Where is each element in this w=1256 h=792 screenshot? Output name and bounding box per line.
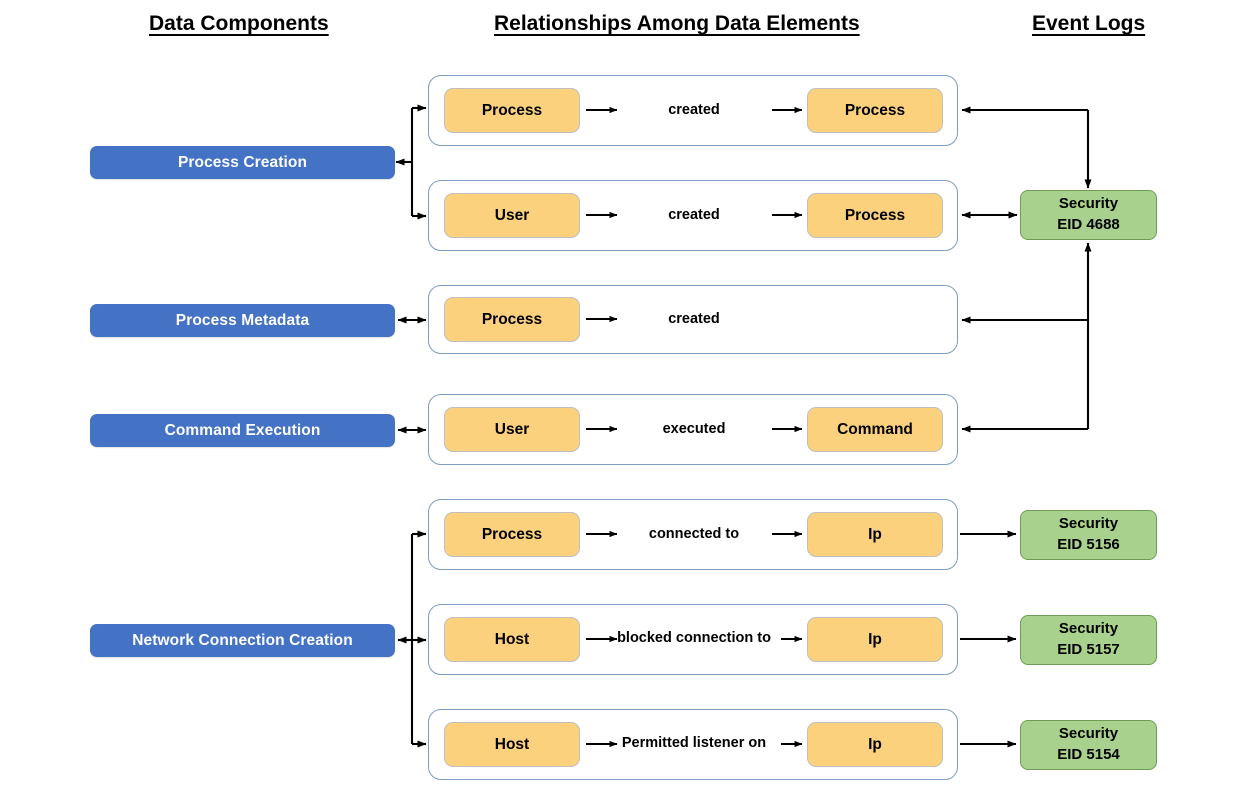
- entity-chip-source-3[interactable]: Process: [444, 297, 580, 342]
- entity-chip-target-5[interactable]: Ip: [807, 512, 943, 557]
- event-log-channel: Security: [1058, 620, 1119, 638]
- column-heading-event-logs: Event Logs: [1032, 12, 1146, 35]
- entity-chip-source-1[interactable]: Process: [444, 88, 580, 133]
- relationship-verb-2: created: [668, 206, 720, 223]
- entity-chip-target-1[interactable]: Process: [807, 88, 943, 133]
- event-log-channel: Security: [1058, 515, 1119, 533]
- entity-chip-source-5[interactable]: Process: [444, 512, 580, 557]
- relationship-verb-6: blocked connection to: [617, 630, 771, 647]
- event-log-channel: Security: [1058, 725, 1119, 743]
- event-log-eid: EID 5154: [1057, 746, 1120, 763]
- data-component-process-creation[interactable]: Process Creation: [90, 146, 395, 179]
- entity-chip-target-6[interactable]: Ip: [807, 617, 943, 662]
- event-log-eid: EID 4688: [1057, 216, 1120, 233]
- entity-chip-source-4[interactable]: User: [444, 407, 580, 452]
- relationship-verb-7: Permitted listener on: [621, 735, 767, 752]
- entity-chip-target-2[interactable]: Process: [807, 193, 943, 238]
- data-component-command-execution[interactable]: Command Execution: [90, 414, 395, 447]
- column-heading-data-components: Data Components: [149, 12, 329, 35]
- data-component-process-metadata[interactable]: Process Metadata: [90, 304, 395, 337]
- diagram-canvas: Data Components Relationships Among Data…: [0, 0, 1256, 792]
- event-log-security-4688[interactable]: Security EID 4688: [1020, 190, 1157, 240]
- data-component-network-connection-creation[interactable]: Network Connection Creation: [90, 624, 395, 657]
- entity-chip-target-7[interactable]: Ip: [807, 722, 943, 767]
- entity-chip-source-6[interactable]: Host: [444, 617, 580, 662]
- event-log-channel: Security: [1058, 195, 1119, 213]
- column-heading-relationships: Relationships Among Data Elements: [494, 12, 860, 35]
- event-log-eid: EID 5157: [1057, 641, 1120, 658]
- entity-chip-target-4[interactable]: Command: [807, 407, 943, 452]
- event-log-eid: EID 5156: [1057, 536, 1120, 553]
- relationship-verb-4: executed: [662, 420, 726, 437]
- relationship-verb-5: connected to: [648, 525, 740, 542]
- relationship-verb-1: created: [668, 101, 720, 118]
- relationship-verb-3: created: [668, 310, 720, 327]
- event-log-security-5154[interactable]: Security EID 5154: [1020, 720, 1157, 770]
- entity-chip-source-2[interactable]: User: [444, 193, 580, 238]
- event-log-security-5156[interactable]: Security EID 5156: [1020, 510, 1157, 560]
- event-log-security-5157[interactable]: Security EID 5157: [1020, 615, 1157, 665]
- entity-chip-source-7[interactable]: Host: [444, 722, 580, 767]
